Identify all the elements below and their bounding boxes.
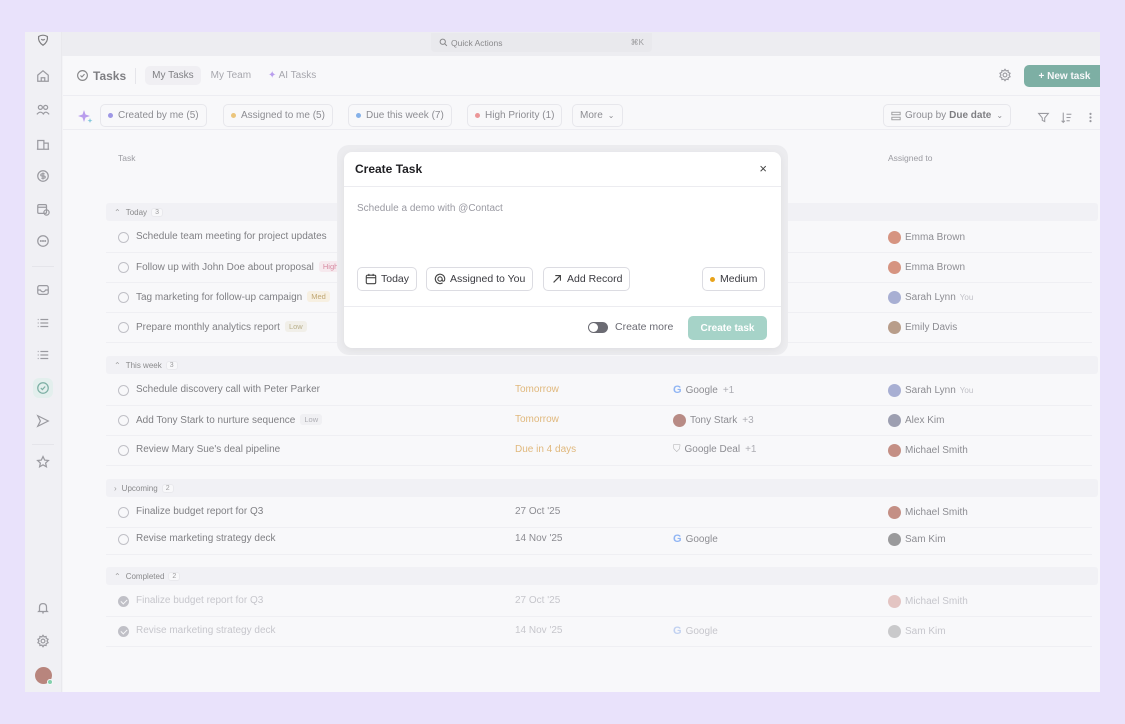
due-date-label: Today xyxy=(381,273,410,285)
due-date-button[interactable]: Today xyxy=(357,267,418,291)
app-window: Quick Actions ⌘K Tasks My Tasks My Team … xyxy=(25,32,1100,692)
modal-backdrop[interactable] xyxy=(25,32,1100,692)
close-icon[interactable]: × xyxy=(759,161,767,176)
calendar-icon xyxy=(365,273,377,285)
create-more-label: Create more xyxy=(615,321,674,333)
create-more-toggle[interactable] xyxy=(588,322,608,333)
priority-button[interactable]: Medium xyxy=(702,267,766,291)
add-record-button[interactable]: Add Record xyxy=(543,267,631,291)
modal-divider xyxy=(344,306,781,307)
add-record-label: Add Record xyxy=(567,273,623,285)
modal-divider xyxy=(344,186,781,187)
priority-label: Medium xyxy=(720,273,758,285)
assignee-label: Assigned to You xyxy=(450,273,526,285)
arrow-up-right-icon xyxy=(553,275,561,283)
task-description-input[interactable]: Schedule a demo with @Contact xyxy=(357,203,503,214)
priority-dot xyxy=(710,276,715,282)
assignee-button[interactable]: Assigned to You xyxy=(426,267,534,291)
create-task-button[interactable]: Create task xyxy=(688,316,767,340)
modal-title: Create Task xyxy=(355,162,423,176)
create-task-modal: Create Task × Schedule a demo with @Cont… xyxy=(344,152,781,348)
at-sign-icon xyxy=(434,273,446,285)
